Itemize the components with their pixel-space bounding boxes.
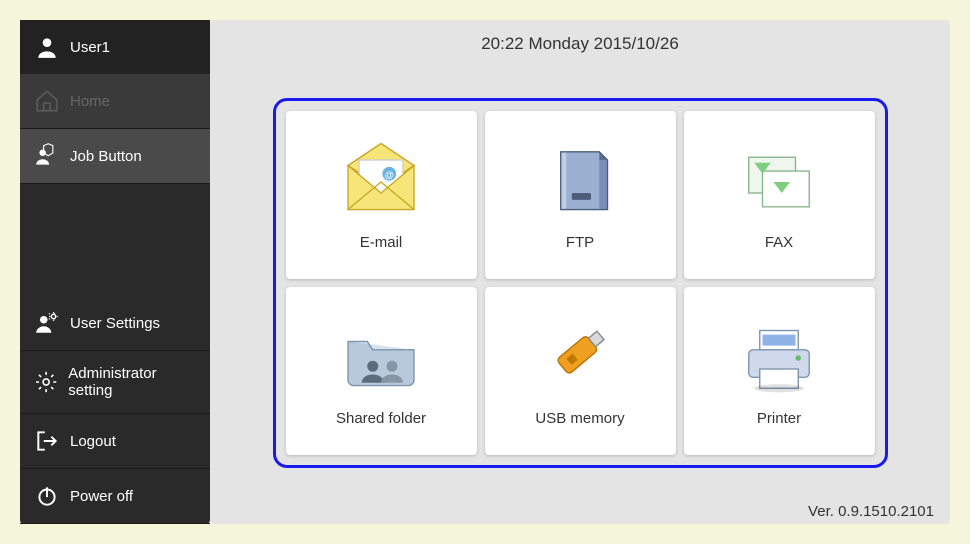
user-settings-icon [34, 310, 60, 336]
tile-shared-folder[interactable]: Shared folder [286, 287, 477, 455]
logout-label: Logout [70, 433, 116, 450]
sidebar: User1 Home Job Button User Set [20, 20, 210, 524]
version-label: Ver. 0.9.1510.2101 [222, 499, 938, 520]
shared-label: Shared folder [336, 410, 426, 427]
usb-label: USB memory [535, 410, 624, 427]
fax-label: FAX [765, 234, 793, 251]
tile-email[interactable]: @ E-mail [286, 111, 477, 279]
user-icon [34, 34, 60, 60]
user-label: User1 [70, 39, 110, 56]
tile-fax[interactable]: FAX [684, 111, 875, 279]
tile-grid: @ E-mail [273, 98, 888, 468]
home-label: Home [70, 93, 110, 110]
logout-icon [34, 428, 60, 454]
email-icon: @ [337, 138, 425, 226]
sidebar-item-user: User1 [20, 20, 210, 74]
ftp-label: FTP [566, 234, 594, 251]
tile-usb-memory[interactable]: USB memory [485, 287, 676, 455]
sidebar-spacer [20, 184, 210, 296]
sidebar-item-home[interactable]: Home [20, 74, 210, 129]
svg-text:@: @ [384, 170, 394, 181]
home-icon [34, 88, 60, 114]
power-off-label: Power off [70, 488, 133, 505]
tile-ftp[interactable]: FTP [485, 111, 676, 279]
shared-folder-icon [337, 314, 425, 402]
sidebar-item-logout[interactable]: Logout [20, 414, 210, 469]
gear-icon [34, 369, 58, 395]
email-label: E-mail [360, 234, 403, 251]
tile-printer[interactable]: Printer [684, 287, 875, 455]
fax-icon [735, 138, 823, 226]
printer-icon [735, 314, 823, 402]
power-icon [34, 483, 60, 509]
datetime: 20:22 Monday 2015/10/26 [222, 26, 938, 66]
sidebar-item-admin-setting[interactable]: Administrator setting [20, 351, 210, 414]
usb-icon [536, 314, 624, 402]
job-button-label: Job Button [70, 148, 142, 165]
ftp-icon [536, 138, 624, 226]
admin-setting-label: Administrator setting [68, 365, 196, 399]
sidebar-item-power-off[interactable]: Power off [20, 469, 210, 524]
sidebar-item-user-settings[interactable]: User Settings [20, 296, 210, 351]
main-panel: 20:22 Monday 2015/10/26 @ E-ma [210, 20, 950, 524]
tile-grid-wrap: @ E-mail [222, 66, 938, 499]
printer-label: Printer [757, 410, 801, 427]
user-settings-label: User Settings [70, 315, 160, 332]
job-button-icon [34, 143, 60, 169]
sidebar-item-job-button[interactable]: Job Button [20, 129, 210, 184]
